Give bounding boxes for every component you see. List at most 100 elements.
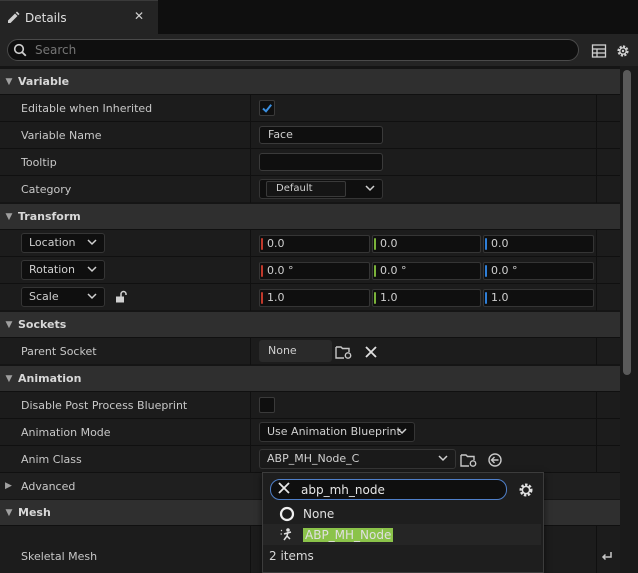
section-transform[interactable]: ▼ Transform [0, 203, 620, 229]
location-y-field[interactable]: 0.0 [372, 235, 481, 253]
property-label: Category [21, 183, 72, 196]
chevron-down-icon [87, 290, 97, 308]
disable-post-process-checkbox[interactable] [259, 397, 275, 413]
row-variable-name: Variable Name Face [0, 121, 620, 149]
rotation-z-value: 0.0 ° [491, 264, 518, 277]
use-selected-icon[interactable] [486, 451, 504, 469]
collapse-arrow-icon: ▼ [5, 76, 13, 87]
chevron-down-icon [87, 236, 97, 254]
column-divider [596, 338, 597, 365]
column-divider [596, 149, 597, 176]
scale-x-field[interactable]: 1.0 [259, 289, 370, 307]
pencil-icon [5, 10, 21, 26]
y-axis-marker [374, 292, 376, 304]
reset-arrow-icon[interactable] [598, 547, 616, 565]
settings-gear-icon[interactable] [615, 43, 631, 59]
y-axis-marker [374, 238, 376, 250]
rotation-z-field[interactable]: 0.0 ° [483, 262, 594, 280]
location-z-value: 0.0 [491, 237, 509, 250]
close-icon[interactable]: ✕ [134, 9, 144, 23]
row-animation-mode: Animation Mode Use Animation Blueprint [0, 418, 620, 446]
location-dropdown[interactable]: Location [21, 233, 105, 253]
section-title: Mesh [18, 506, 51, 519]
column-divider [250, 446, 251, 473]
checkmark-icon [262, 104, 272, 113]
property-label: Variable Name [21, 129, 102, 142]
category-value[interactable]: Default [266, 181, 346, 197]
property-label: Anim Class [21, 453, 82, 466]
clear-x-icon[interactable] [362, 343, 380, 361]
location-x-value: 0.0 [267, 237, 285, 250]
section-animation[interactable]: ▼ Animation [0, 365, 620, 391]
z-axis-marker [485, 292, 487, 304]
chevron-down-icon [438, 452, 448, 470]
variable-name-field[interactable]: Face [259, 126, 383, 144]
row-parent-socket: Parent Socket None [0, 337, 620, 365]
property-label: Skeletal Mesh [21, 550, 98, 563]
picker-search-box[interactable]: abp_mh_node [270, 479, 507, 500]
unlock-icon[interactable] [112, 288, 130, 306]
location-z-field[interactable]: 0.0 [483, 235, 594, 253]
section-title: Transform [18, 210, 81, 223]
scale-z-field[interactable]: 1.0 [483, 289, 594, 307]
chevron-down-icon [365, 182, 375, 200]
column-divider [596, 176, 597, 203]
column-divider [250, 338, 251, 365]
scale-dropdown[interactable]: Scale [21, 287, 105, 307]
search-icon [13, 43, 27, 57]
search-input[interactable] [35, 43, 535, 57]
editable-checkbox[interactable] [259, 100, 275, 116]
rotation-x-field[interactable]: 0.0 ° [259, 262, 370, 280]
row-editable-when-inherited: Editable when Inherited [0, 94, 620, 122]
x-axis-marker [261, 265, 263, 277]
tab-details[interactable]: Details ✕ [0, 0, 158, 34]
tooltip-field[interactable] [259, 153, 383, 171]
browse-folder-icon[interactable] [335, 343, 353, 361]
scale-y-field[interactable]: 1.0 [372, 289, 481, 307]
column-divider [250, 95, 251, 122]
parent-socket-value[interactable]: None [259, 340, 332, 362]
anim-blueprint-icon [279, 527, 295, 543]
rotation-y-field[interactable]: 0.0 ° [372, 262, 481, 280]
collapse-arrow-icon: ▼ [5, 507, 13, 518]
section-sockets[interactable]: ▼ Sockets [0, 311, 620, 337]
animation-mode-dropdown[interactable]: Use Animation Blueprint [259, 422, 415, 442]
picker-item-count: 2 items [269, 549, 314, 563]
scale-label: Scale [29, 290, 59, 303]
picker-item-none[interactable]: None [263, 503, 541, 524]
category-combo[interactable]: Default [259, 179, 383, 199]
row-rotation: Rotation 0.0 ° 0.0 ° 0.0 ° [0, 256, 620, 284]
column-divider [596, 446, 597, 473]
search-box[interactable] [7, 39, 579, 61]
rotation-dropdown[interactable]: Rotation [21, 260, 105, 280]
x-axis-marker [261, 238, 263, 250]
row-tooltip: Tooltip [0, 148, 620, 176]
section-variable[interactable]: ▼ Variable [0, 68, 620, 94]
picker-item-abp-mh-node[interactable]: ABP_MH_Node [263, 524, 541, 545]
table-view-icon[interactable] [591, 43, 607, 59]
anim-class-dropdown[interactable]: ABP_MH_Node_C [259, 449, 456, 469]
x-axis-marker [261, 292, 263, 304]
scale-y-value: 1.0 [380, 291, 398, 304]
advanced-label: Advanced [21, 480, 76, 493]
tab-bar: Details ✕ [0, 0, 638, 34]
row-category: Category Default [0, 175, 620, 203]
collapse-arrow-icon: ▼ [5, 373, 13, 384]
clear-search-icon[interactable] [277, 481, 291, 498]
z-axis-marker [485, 265, 487, 277]
scrollbar-thumb[interactable] [623, 70, 631, 375]
animation-mode-value: Use Animation Blueprint [267, 425, 401, 438]
browse-folder-icon[interactable] [460, 451, 478, 469]
column-divider [250, 526, 251, 573]
scale-x-value: 1.0 [267, 291, 285, 304]
picker-settings-gear-icon[interactable] [517, 481, 535, 502]
none-circle-icon [279, 506, 295, 522]
column-divider [250, 257, 251, 284]
tab-title: Details [25, 10, 67, 25]
expand-arrow-icon: ▶ [5, 481, 12, 491]
location-x-field[interactable]: 0.0 [259, 235, 370, 253]
rotation-label: Rotation [29, 263, 76, 276]
picker-search-input[interactable]: abp_mh_node [301, 483, 385, 497]
property-label: Parent Socket [21, 345, 97, 358]
anim-class-value: ABP_MH_Node_C [267, 452, 360, 465]
